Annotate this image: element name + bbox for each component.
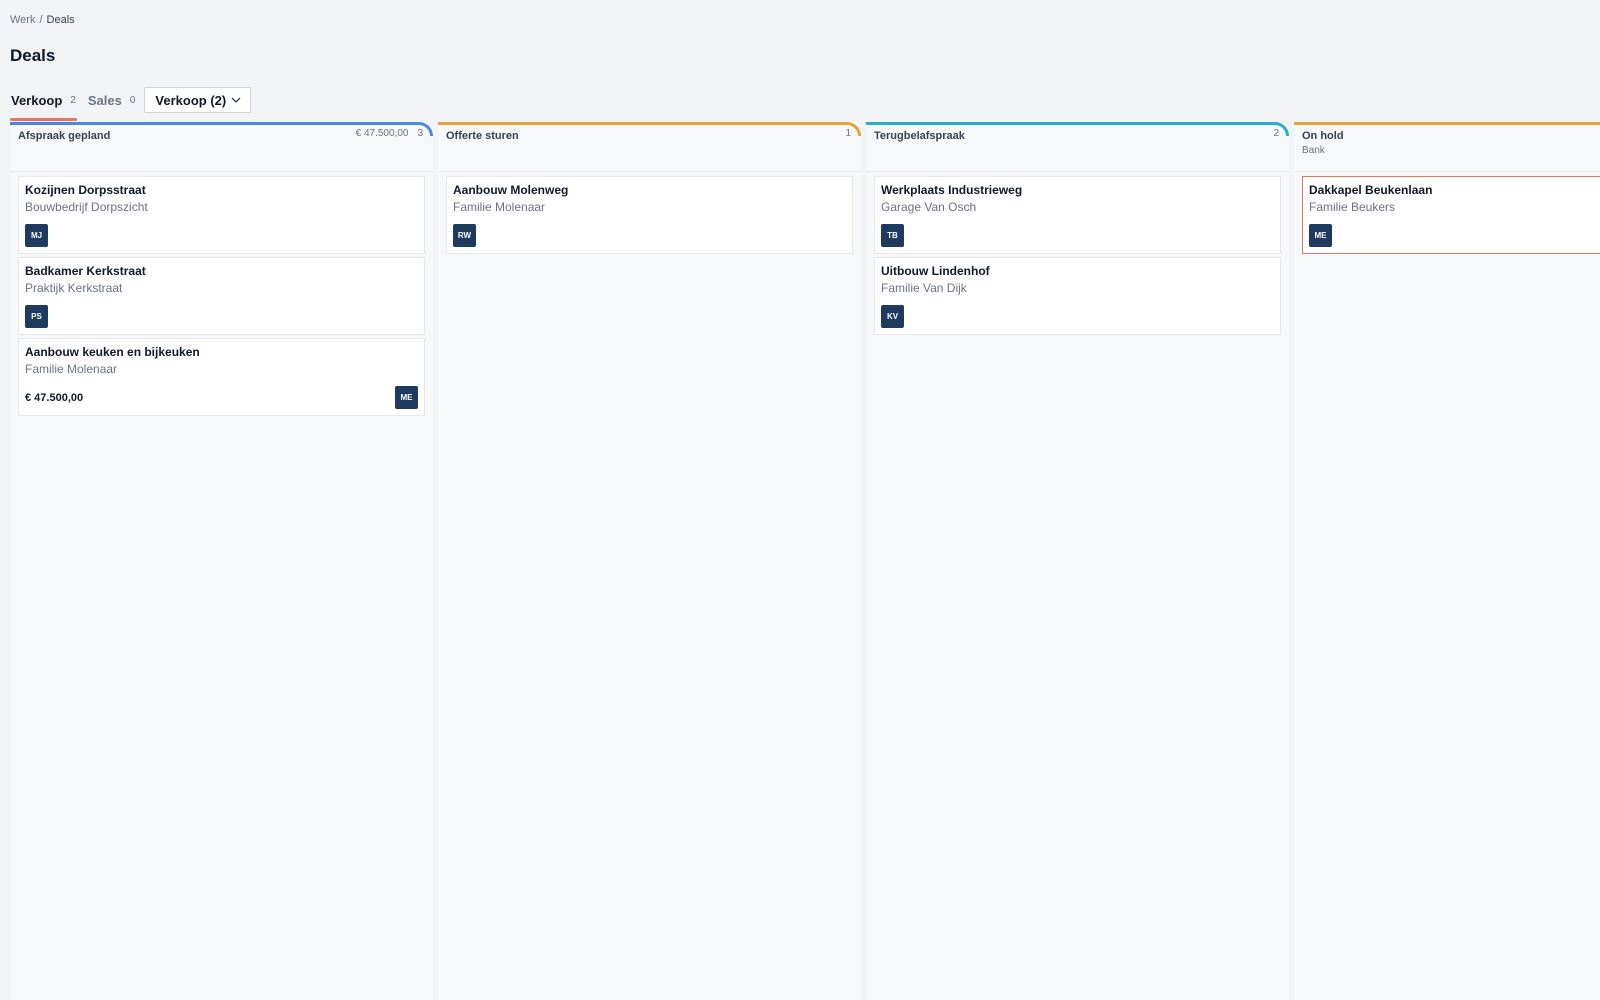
page-title: Deals	[10, 46, 56, 65]
deal-customer: Garage Van Osch	[881, 200, 977, 214]
deal-card[interactable]: Dakkapel Beukenlaan Familie Beukers ME	[1302, 176, 1600, 254]
card-list: Kozijnen Dorpsstraat Bouwbedrijf Dorpszi…	[10, 172, 433, 416]
deal-card[interactable]: Uitbouw Lindenhof Familie Van Dijk KV	[874, 257, 1281, 335]
deal-title: Uitbouw Lindenhof	[881, 264, 990, 278]
column-on-hold: On hold Bank Dakkapel Beukenlaan Familie…	[1294, 122, 1600, 1000]
deal-title: Kozijnen Dorpsstraat	[25, 183, 146, 197]
deal-title: Werkplaats Industrieweg	[881, 183, 1023, 197]
avatar: MJ	[25, 224, 48, 247]
avatar: ME	[395, 386, 418, 409]
card-list: Dakkapel Beukenlaan Familie Beukers ME	[1294, 172, 1600, 254]
deal-card[interactable]: Kozijnen Dorpsstraat Bouwbedrijf Dorpszi…	[18, 176, 425, 254]
breadcrumb: Werk / Deals	[10, 14, 75, 26]
deal-title: Badkamer Kerkstraat	[25, 264, 146, 278]
column-header: Terugbelafspraak 2	[866, 122, 1289, 172]
deal-customer: Familie Beukers	[1309, 200, 1396, 214]
deal-title: Aanbouw Molenweg	[453, 183, 569, 197]
breadcrumb-root-link[interactable]: Werk	[10, 14, 35, 26]
tab-count: 2	[70, 94, 76, 106]
column-title: Offerte sturen	[446, 130, 519, 142]
kanban-board: Afspraak gepland € 47.500,00 3 Kozijnen …	[10, 122, 1600, 1000]
tab-label: Verkoop	[11, 92, 63, 108]
column-count: 3	[417, 128, 423, 139]
breadcrumb-separator: /	[39, 14, 43, 26]
deals-page: Werk / Deals Deals Verkoop 2 Sales 0 Verko…	[0, 0, 1600, 1000]
column-header: On hold Bank	[1294, 122, 1600, 172]
deal-customer: Bouwbedrijf Dorpszicht	[25, 200, 148, 214]
tab-count: 0	[129, 94, 136, 106]
pipeline-select-value: Verkoop (2)	[155, 92, 227, 108]
avatar: KV	[881, 305, 904, 328]
deal-card[interactable]: Aanbouw keuken en bijkeuken Familie Mole…	[18, 338, 425, 416]
column-count: 1	[845, 128, 851, 139]
tab-sales[interactable]: Sales 0	[87, 85, 137, 115]
tab-verkoop[interactable]: Verkoop 2	[10, 85, 77, 121]
deal-card[interactable]: Werkplaats Industrieweg Garage Van Osch …	[874, 176, 1281, 254]
column-afspraak-gepland: Afspraak gepland € 47.500,00 3 Kozijnen …	[10, 122, 433, 1000]
pipeline-tabs: Verkoop 2 Sales 0 Verkoop (2)	[10, 85, 252, 121]
deal-title: Aanbouw keuken en bijkeuken	[25, 345, 200, 359]
column-header: Offerte sturen 1	[438, 122, 861, 172]
deal-customer: Familie Molenaar	[453, 200, 546, 214]
column-terugbelafspraak: Terugbelafspraak 2 Werkplaats Industriew…	[866, 122, 1289, 1000]
column-title: Terugbelafspraak	[874, 130, 965, 142]
deal-title: Dakkapel Beukenlaan	[1309, 183, 1433, 197]
tab-label: Sales	[87, 92, 122, 108]
card-list: Werkplaats Industrieweg Garage Van Osch …	[866, 172, 1289, 335]
breadcrumb-current: Deals	[46, 14, 75, 26]
avatar: ME	[1309, 224, 1332, 247]
deal-customer: Familie Van Dijk	[881, 281, 967, 295]
deal-card[interactable]: Badkamer Kerkstraat Praktijk Kerkstraat …	[18, 257, 425, 335]
column-meta: 2	[1273, 128, 1279, 139]
column-meta: € 47.500,00 3	[356, 128, 423, 139]
column-header: Afspraak gepland € 47.500,00 3	[10, 122, 433, 172]
avatar: PS	[25, 305, 48, 328]
column-amount: € 47.500,00	[355, 128, 409, 139]
avatar: RW	[453, 224, 476, 247]
column-count: 2	[1273, 128, 1279, 139]
card-list: Aanbouw Molenweg Familie Molenaar RW	[438, 172, 861, 254]
deal-customer: Familie Molenaar	[25, 362, 118, 376]
deal-amount: € 47.500,00	[25, 392, 84, 404]
column-offerte-sturen: Offerte sturen 1 Aanbouw Molenweg Famili…	[438, 122, 861, 1000]
column-meta: 1	[845, 128, 851, 139]
column-title: On hold	[1302, 130, 1344, 142]
deal-card[interactable]: Aanbouw Molenweg Familie Molenaar RW	[446, 176, 853, 254]
column-subtitle: Bank	[1302, 145, 1325, 156]
chevron-down-icon	[231, 97, 241, 103]
avatar: TB	[881, 224, 904, 247]
deal-customer: Praktijk Kerkstraat	[25, 281, 123, 295]
pipeline-select[interactable]: Verkoop (2)	[144, 87, 252, 113]
